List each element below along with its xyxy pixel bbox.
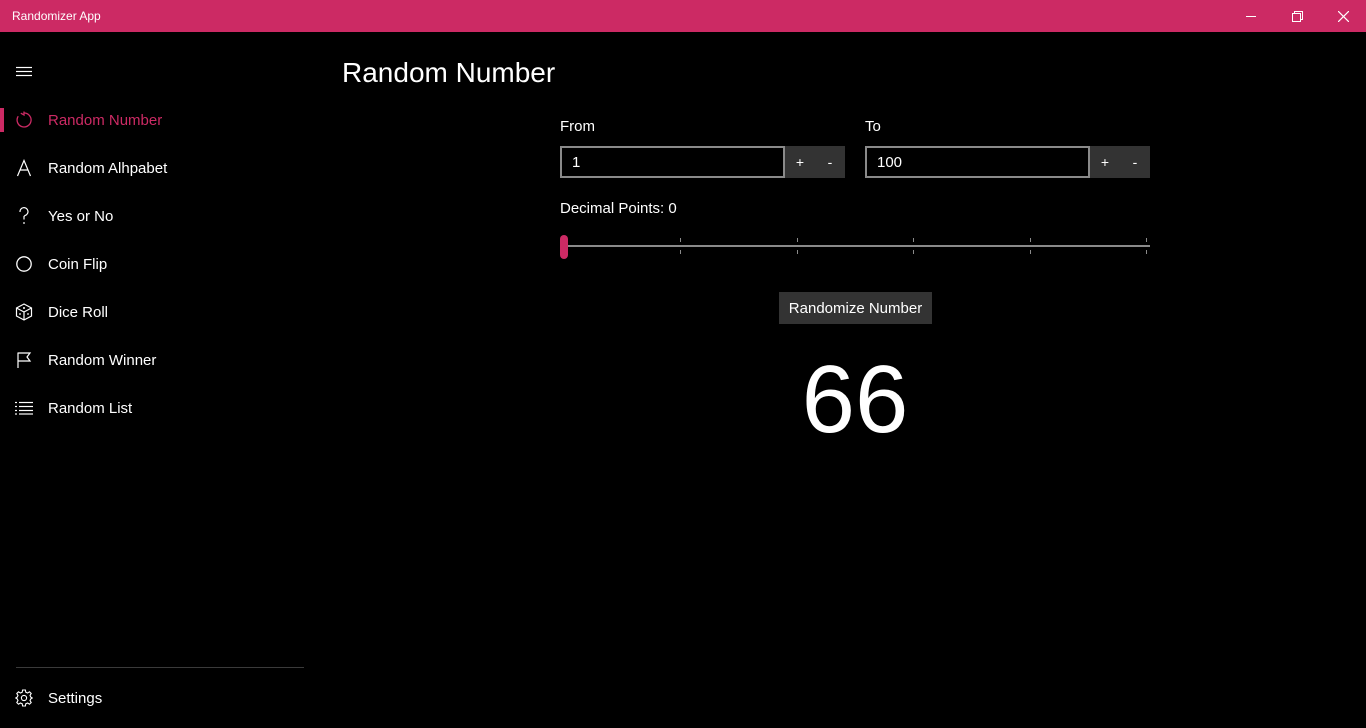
slider-tick (1030, 250, 1031, 254)
sidebar-item-label: Random Winner (48, 351, 157, 369)
sidebar-item-label: Dice Roll (48, 303, 109, 321)
refresh-icon (14, 110, 34, 130)
slider-tick (913, 238, 914, 242)
slider-tick (1146, 250, 1147, 254)
app-title: Randomizer App (12, 9, 101, 23)
minimize-button[interactable] (1228, 0, 1274, 32)
selection-indicator (0, 108, 4, 132)
slider-tick (797, 250, 798, 254)
sidebar-item-random-number[interactable]: Random Number (0, 96, 320, 144)
sidebar-item-random-list[interactable]: Random List (0, 384, 320, 432)
sidebar-item-label: Yes or No (48, 207, 114, 225)
flag-icon (14, 350, 34, 370)
slider-track (560, 245, 1150, 247)
sidebar-item-label: Random List (48, 399, 133, 417)
circle-icon (14, 254, 34, 274)
slider-tick (1030, 238, 1031, 242)
sidebar-item-label: Settings (48, 689, 103, 707)
randomize-number-button[interactable]: Randomize Number (779, 292, 932, 324)
restore-icon (1291, 10, 1303, 22)
close-icon (1337, 10, 1349, 22)
slider-thumb[interactable] (560, 235, 568, 259)
minimize-icon (1246, 16, 1256, 17)
page-title: Random Number (342, 57, 556, 88)
sidebar-item-label: Coin Flip (48, 255, 108, 273)
close-button[interactable] (1320, 0, 1366, 32)
from-decrement-button[interactable]: - (815, 146, 845, 178)
to-decrement-button[interactable]: - (1120, 146, 1150, 178)
restore-button[interactable] (1274, 0, 1320, 32)
sidebar-item-random-alphabet[interactable]: Random Alhpabet (0, 144, 320, 192)
from-label: From (560, 118, 595, 135)
dice-icon (14, 302, 34, 322)
sidebar-item-coin-flip[interactable]: Coin Flip (0, 240, 320, 288)
hamburger-icon (16, 66, 32, 77)
to-label: To (865, 118, 881, 135)
from-input[interactable] (560, 146, 785, 178)
nav-divider (16, 667, 304, 668)
gear-icon (14, 688, 34, 708)
slider-tick (913, 250, 914, 254)
sidebar-item-settings[interactable]: Settings (0, 674, 320, 722)
to-input[interactable] (865, 146, 1090, 178)
sidebar-item-label: Random Number (48, 111, 163, 129)
sidebar-item-dice-roll[interactable]: Dice Roll (0, 288, 320, 336)
sidebar-item-label: Random Alhpabet (48, 159, 168, 177)
slider-tick (680, 250, 681, 254)
decimal-points-slider[interactable] (560, 234, 1150, 260)
title-bar: Randomizer App (0, 0, 1366, 32)
slider-tick (1146, 238, 1147, 242)
slider-tick (797, 238, 798, 242)
sidebar-item-yes-or-no[interactable]: Yes or No (0, 192, 320, 240)
decimal-points-label: Decimal Points: 0 (560, 200, 677, 217)
sidebar-item-random-winner[interactable]: Random Winner (0, 336, 320, 384)
hamburger-button[interactable] (6, 58, 42, 86)
slider-tick (680, 238, 681, 242)
from-increment-button[interactable]: + (785, 146, 815, 178)
result-number: 66 (801, 346, 909, 453)
question-icon (14, 206, 34, 226)
to-increment-button[interactable]: + (1090, 146, 1120, 178)
navigation-pane: Random Number Random Alhpabet Yes or No … (0, 32, 320, 728)
list-icon (14, 398, 34, 418)
letter-a-icon (14, 158, 34, 178)
